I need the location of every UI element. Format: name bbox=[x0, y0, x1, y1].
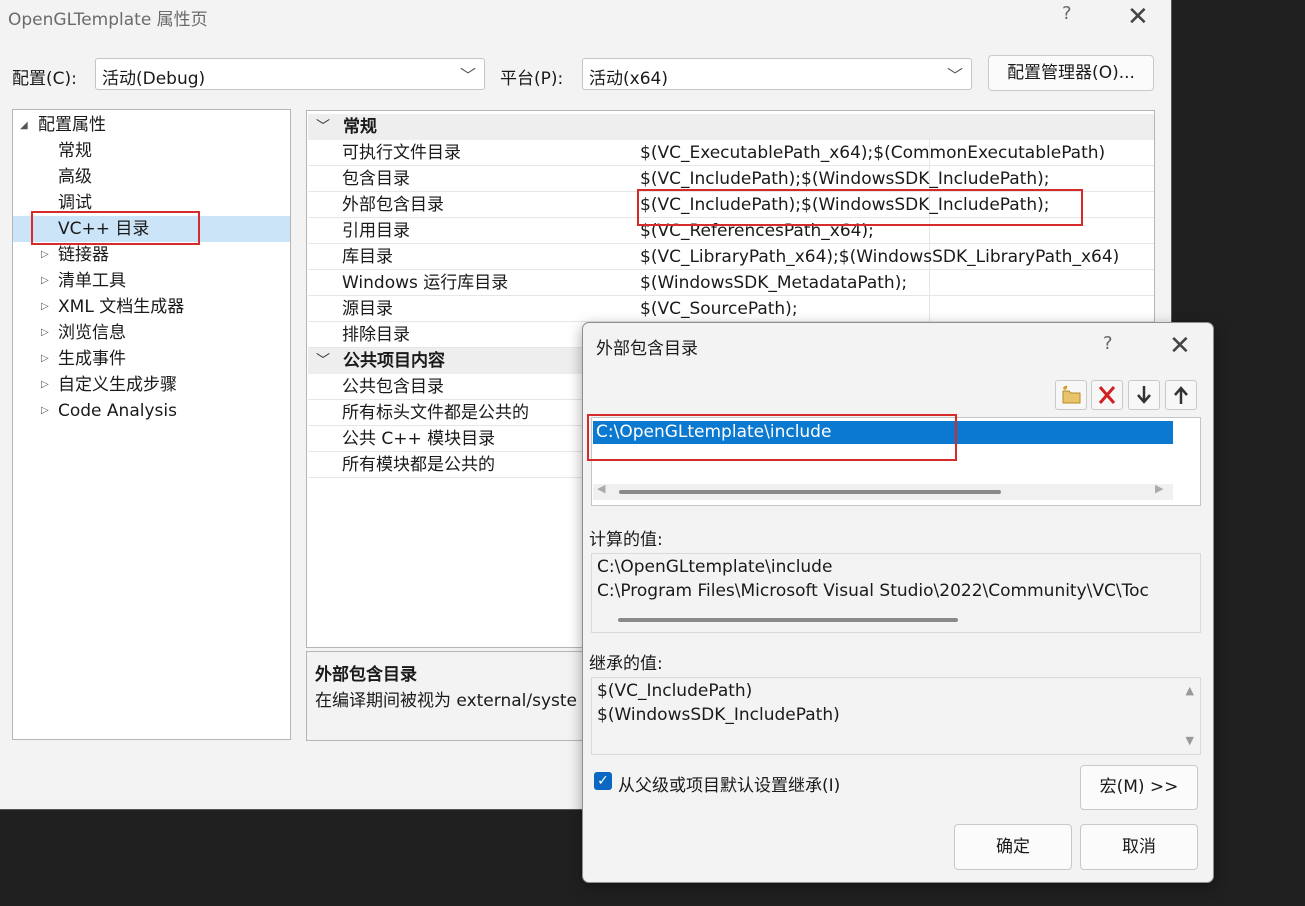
tree-item-linker[interactable]: ▷ 链接器 bbox=[13, 242, 290, 268]
chevron-down-icon: ﹀ bbox=[316, 353, 330, 369]
new-folder-icon bbox=[1062, 385, 1081, 404]
scroll-right-icon: ▶ bbox=[1155, 482, 1164, 495]
config-value: 活动(Debug) bbox=[102, 69, 206, 89]
property-row[interactable]: 源目录 $(VC_SourcePath); bbox=[308, 296, 1154, 322]
expanded-triangle-icon: ◢ bbox=[20, 120, 28, 131]
new-line-button[interactable] bbox=[1055, 380, 1087, 410]
checkmark-icon: ✓ bbox=[597, 773, 609, 789]
close-icon: ✕ bbox=[1127, 2, 1149, 32]
highlight-box-vc-directories bbox=[31, 211, 200, 245]
tree-root[interactable]: ◢ 配置属性 bbox=[13, 112, 290, 138]
external-include-dialog: 外部包含目录 ? ✕ C:\OpenGLtemplate\include ◀ ▶ bbox=[582, 322, 1214, 883]
chevron-down-icon: ﹀ bbox=[946, 66, 963, 85]
delete-line-button[interactable] bbox=[1091, 380, 1123, 410]
category-general[interactable]: ﹀ 常规 bbox=[308, 114, 1154, 140]
inherited-value-line: $(WindowsSDK_IncludePath) bbox=[597, 705, 840, 725]
collapsed-triangle-icon: ▷ bbox=[41, 405, 49, 416]
config-combo[interactable]: 活动(Debug) ﹀ bbox=[95, 58, 485, 90]
description-text: 在编译期间被视为 external/syste bbox=[315, 691, 577, 711]
collapsed-triangle-icon: ▷ bbox=[41, 379, 49, 390]
move-up-button[interactable] bbox=[1165, 380, 1197, 410]
inherited-values-box: $(VC_IncludePath) $(WindowsSDK_IncludePa… bbox=[591, 677, 1201, 755]
arrow-down-icon bbox=[1137, 386, 1151, 404]
computed-label: 计算的值: bbox=[589, 530, 663, 550]
help-button[interactable]: ? bbox=[1062, 3, 1072, 24]
tree-item-manifest-tool[interactable]: ▷ 清单工具 bbox=[13, 268, 290, 294]
dialog-help-button[interactable]: ? bbox=[1103, 333, 1113, 354]
collapsed-triangle-icon: ▷ bbox=[41, 301, 49, 312]
property-row[interactable]: Windows 运行库目录 $(WindowsSDK_MetadataPath); bbox=[308, 270, 1154, 296]
window-title: OpenGLTemplate 属性页 bbox=[8, 10, 208, 30]
close-button[interactable]: ✕ bbox=[1127, 4, 1149, 30]
cancel-button[interactable]: 取消 bbox=[1080, 824, 1198, 870]
dialog-close-button[interactable]: ✕ bbox=[1169, 333, 1191, 359]
scrollbar-thumb[interactable] bbox=[618, 618, 958, 622]
platform-combo[interactable]: 活动(x64) ﹀ bbox=[582, 58, 972, 90]
scrollbar-thumb[interactable] bbox=[619, 490, 1001, 494]
ok-button[interactable]: 确定 bbox=[954, 824, 1072, 870]
config-tree: ◢ 配置属性 常规 高级 调试 VC++ 目录 ▷ 链接器 ▷ 清单工具 ▷ XML … bbox=[12, 109, 291, 740]
tree-item-code-analysis[interactable]: ▷ Code Analysis bbox=[13, 398, 290, 424]
close-icon: ✕ bbox=[1169, 331, 1191, 361]
scroll-left-icon: ◀ bbox=[597, 482, 606, 495]
inherited-label: 继承的值: bbox=[589, 654, 663, 674]
description-panel: 外部包含目录 在编译期间被视为 external/syste bbox=[306, 651, 586, 741]
dialog-title: 外部包含目录 bbox=[596, 339, 698, 359]
scroll-up-icon[interactable]: ▲ bbox=[1186, 684, 1194, 697]
tree-item-build-events[interactable]: ▷ 生成事件 bbox=[13, 346, 290, 372]
computed-values-box: C:\OpenGLtemplate\include C:\Program Fil… bbox=[591, 553, 1201, 633]
arrow-up-icon bbox=[1174, 386, 1188, 404]
highlight-box-include-path bbox=[587, 414, 957, 461]
description-title: 外部包含目录 bbox=[315, 665, 417, 685]
collapsed-triangle-icon: ▷ bbox=[41, 353, 49, 364]
move-down-button[interactable] bbox=[1128, 380, 1160, 410]
inherit-checkbox-label: 从父级或项目默认设置继承(I) bbox=[618, 776, 841, 796]
tree-item-advanced[interactable]: 高级 bbox=[13, 164, 290, 190]
property-row[interactable]: 可执行文件目录 $(VC_ExecutablePath_x64);$(Common… bbox=[308, 140, 1154, 166]
platform-value: 活动(x64) bbox=[589, 69, 668, 89]
highlight-box-external-include bbox=[637, 189, 1083, 226]
inherit-checkbox[interactable]: ✓ bbox=[594, 772, 612, 790]
delete-icon bbox=[1098, 386, 1116, 404]
tree-item-general[interactable]: 常规 bbox=[13, 138, 290, 164]
computed-value-line: C:\Program Files\Microsoft Visual Studio… bbox=[597, 581, 1149, 601]
platform-label: 平台(P): bbox=[500, 69, 564, 89]
chevron-down-icon: ﹀ bbox=[459, 66, 476, 85]
collapsed-triangle-icon: ▷ bbox=[41, 275, 49, 286]
property-row[interactable]: 库目录 $(VC_LibraryPath_x64);$(WindowsSDK_Li… bbox=[308, 244, 1154, 270]
collapsed-triangle-icon: ▷ bbox=[41, 249, 49, 260]
chevron-down-icon: ﹀ bbox=[316, 119, 330, 135]
tree-item-custom-build[interactable]: ▷ 自定义生成步骤 bbox=[13, 372, 290, 398]
macro-button[interactable]: 宏(M) >> bbox=[1080, 765, 1198, 810]
collapsed-triangle-icon: ▷ bbox=[41, 327, 49, 338]
computed-value-line: C:\OpenGLtemplate\include bbox=[597, 557, 833, 577]
tree-item-browse-info[interactable]: ▷ 浏览信息 bbox=[13, 320, 290, 346]
scroll-down-icon[interactable]: ▼ bbox=[1186, 734, 1194, 747]
config-manager-button[interactable]: 配置管理器(O)... bbox=[988, 55, 1154, 91]
tree-item-xml-doc[interactable]: ▷ XML 文档生成器 bbox=[13, 294, 290, 320]
config-label: 配置(C): bbox=[12, 69, 77, 89]
inherited-value-line: $(VC_IncludePath) bbox=[597, 681, 753, 701]
horizontal-scrollbar[interactable]: ◀ ▶ bbox=[593, 482, 1173, 500]
